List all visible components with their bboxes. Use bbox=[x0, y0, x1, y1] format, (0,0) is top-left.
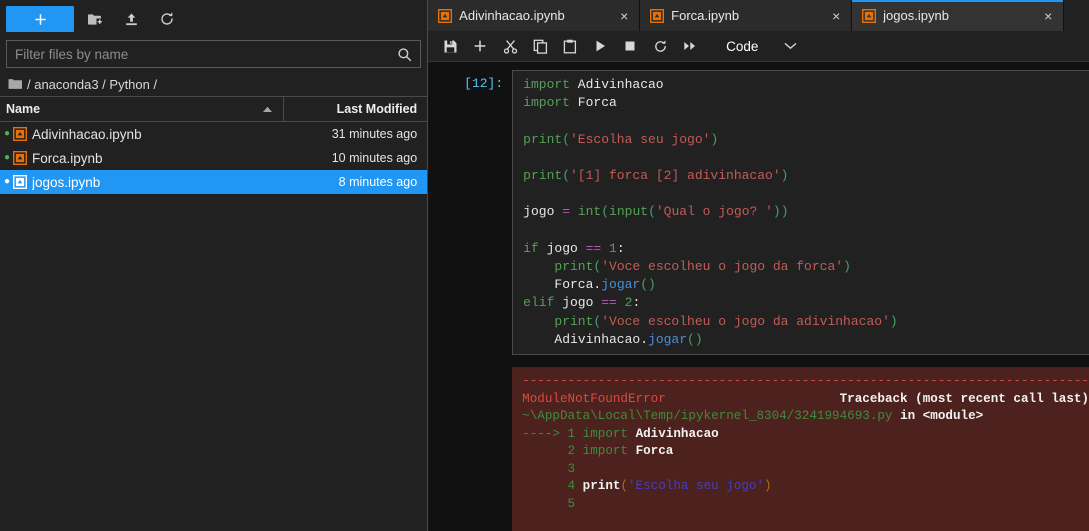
cell-type-value: Code bbox=[726, 38, 759, 54]
paste-icon bbox=[563, 39, 577, 53]
save-icon bbox=[444, 40, 457, 52]
add-cell-icon bbox=[474, 40, 486, 52]
tab-forca[interactable]: Forca.ipynb × bbox=[640, 0, 853, 31]
stop-icon bbox=[625, 41, 635, 51]
notebook-toolbar: Code bbox=[428, 31, 1089, 62]
cell-input-area[interactable]: import Adivinhacao import Forca print('E… bbox=[512, 70, 1089, 356]
column-header-name-label: Name bbox=[6, 102, 41, 116]
file-browser-toolbar bbox=[0, 0, 428, 38]
filter-container bbox=[0, 38, 427, 72]
tab-adivinhacao[interactable]: Adivinhacao.ipynb × bbox=[428, 0, 641, 31]
caret-up-icon bbox=[263, 106, 273, 112]
upload-icon bbox=[125, 13, 137, 25]
notebook-icon bbox=[13, 127, 27, 141]
tab-label: Adivinhacao.ipynb bbox=[459, 8, 565, 23]
file-name: Forca.ipynb bbox=[32, 150, 103, 166]
plus-icon bbox=[34, 13, 46, 25]
code-cell[interactable]: [12]: import Adivinhacao import Forca pr… bbox=[428, 70, 1089, 356]
file-modified: 10 minutes ago bbox=[331, 151, 418, 165]
refresh-file-list-button[interactable] bbox=[152, 6, 182, 32]
file-modified: 31 minutes ago bbox=[331, 127, 418, 141]
tab-label: Forca.ipynb bbox=[671, 8, 740, 23]
file-list-header: Name Last Modified bbox=[0, 96, 428, 122]
upload-files-button[interactable] bbox=[116, 6, 146, 32]
run-button[interactable] bbox=[586, 33, 614, 59]
notebook-content: [12]: import Adivinhacao import Forca pr… bbox=[428, 62, 1089, 531]
list-item[interactable]: ● Forca.ipynb 10 minutes ago bbox=[0, 146, 427, 170]
tab-label: jogos.ipynb bbox=[883, 8, 949, 23]
notebook-icon bbox=[862, 8, 877, 23]
column-header-last-modified[interactable]: Last Modified bbox=[284, 102, 427, 116]
breadcrumb-path[interactable]: / anaconda3 / Python / bbox=[27, 77, 157, 92]
close-icon[interactable]: × bbox=[1039, 7, 1057, 25]
notebook-icon bbox=[13, 175, 27, 189]
new-folder-icon bbox=[87, 13, 103, 25]
file-name: jogos.ipynb bbox=[32, 174, 101, 190]
copy-button[interactable] bbox=[526, 33, 554, 59]
notebook-icon bbox=[650, 8, 665, 23]
breadcrumb[interactable]: / anaconda3 / Python / bbox=[0, 72, 427, 96]
close-icon[interactable]: × bbox=[615, 7, 633, 25]
fast-forward-icon bbox=[683, 42, 695, 50]
copy-icon bbox=[533, 39, 547, 54]
paste-button[interactable] bbox=[556, 33, 584, 59]
list-item[interactable]: ● Adivinhacao.ipynb 31 minutes ago bbox=[0, 122, 427, 146]
running-indicator-dot: ● bbox=[4, 128, 11, 139]
chevron-down-icon[interactable] bbox=[784, 42, 797, 50]
notebook-panel: Adivinhacao.ipynb × Forca.ipynb × jogos.… bbox=[428, 0, 1089, 531]
cut-button[interactable] bbox=[496, 33, 524, 59]
search-input[interactable] bbox=[15, 46, 398, 62]
file-name: Adivinhacao.ipynb bbox=[32, 126, 142, 142]
column-header-name[interactable]: Name bbox=[0, 97, 285, 121]
tab-bar: Adivinhacao.ipynb × Forca.ipynb × jogos.… bbox=[428, 0, 1089, 31]
filter-box[interactable] bbox=[6, 40, 422, 68]
interrupt-button[interactable] bbox=[616, 33, 644, 59]
jupyterlab-window: / anaconda3 / Python / Name Last Modifie… bbox=[0, 0, 1089, 531]
restart-run-all-button[interactable] bbox=[676, 33, 704, 59]
new-launcher-button[interactable] bbox=[6, 6, 74, 32]
restart-kernel-button[interactable] bbox=[646, 33, 674, 59]
restart-icon bbox=[654, 39, 666, 52]
running-indicator-dot: ● bbox=[4, 152, 11, 163]
list-item[interactable]: ● jogos.ipynb 8 minutes ago bbox=[0, 170, 428, 194]
error-traceback: ----------------------------------------… bbox=[522, 374, 1089, 511]
cell-error-output: ----------------------------------------… bbox=[512, 367, 1089, 531]
close-icon[interactable]: × bbox=[827, 7, 845, 25]
save-button[interactable] bbox=[436, 33, 464, 59]
tab-jogos[interactable]: jogos.ipynb × bbox=[852, 0, 1065, 31]
file-browser-panel: / anaconda3 / Python / Name Last Modifie… bbox=[0, 0, 429, 531]
file-list: ● Adivinhacao.ipynb 31 minutes ago ● For… bbox=[0, 122, 428, 531]
notebook-icon bbox=[438, 8, 453, 23]
insert-cell-button[interactable] bbox=[466, 33, 494, 59]
new-folder-button[interactable] bbox=[80, 6, 110, 32]
cell-execution-prompt: [12]: bbox=[464, 76, 504, 91]
search-icon[interactable] bbox=[397, 47, 412, 62]
cell-type-dropdown[interactable]: Code bbox=[720, 34, 803, 58]
folder-icon[interactable] bbox=[8, 78, 22, 90]
refresh-icon bbox=[161, 12, 173, 25]
running-indicator-dot: ● bbox=[4, 176, 11, 187]
run-icon bbox=[596, 40, 605, 52]
file-modified: 8 minutes ago bbox=[338, 175, 418, 189]
notebook-icon bbox=[13, 151, 27, 165]
cell-source-code[interactable]: import Adivinhacao import Forca print('E… bbox=[523, 76, 1089, 349]
cut-icon bbox=[503, 39, 517, 54]
